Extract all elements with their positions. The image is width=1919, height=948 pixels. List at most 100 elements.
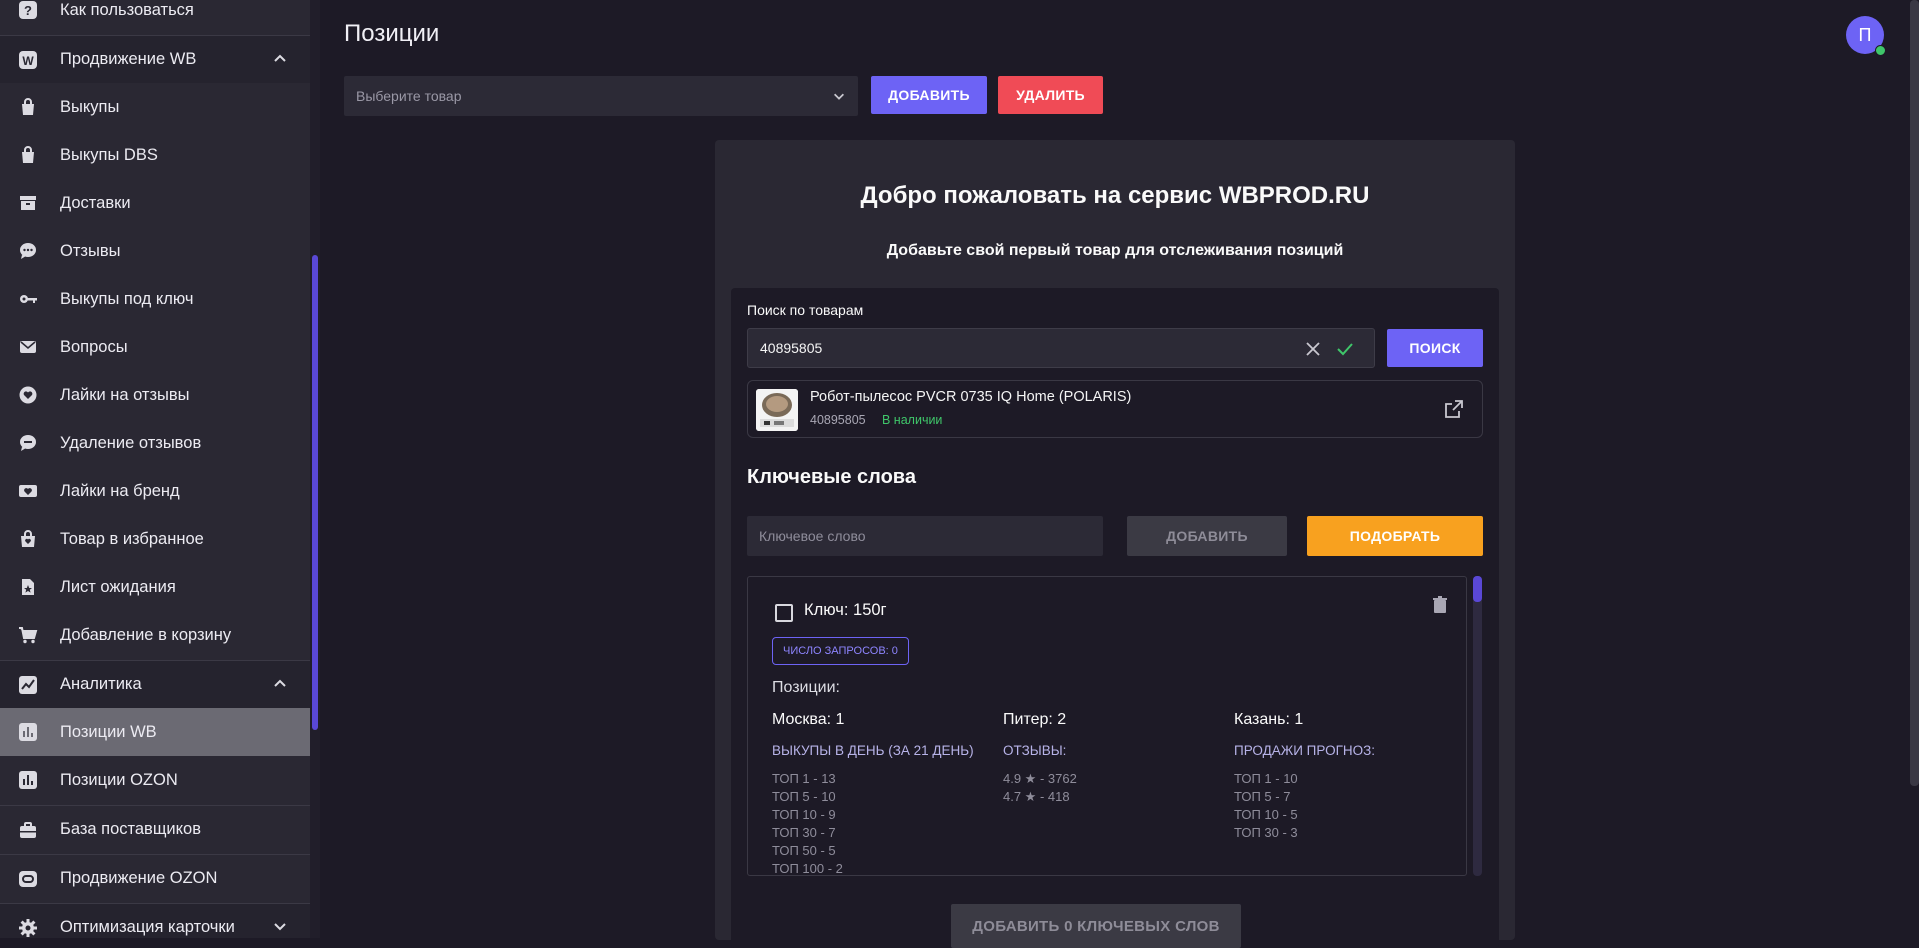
stat-line: ТОП 50 - 5	[772, 843, 836, 858]
stat-line: ТОП 30 - 3	[1234, 825, 1298, 840]
sidebar-item-label: Добавление в корзину	[60, 625, 232, 644]
archive-box-icon	[17, 192, 39, 214]
search-button[interactable]: ПОИСК	[1387, 329, 1483, 367]
external-link-icon[interactable]	[1444, 399, 1464, 419]
welcome-subtitle: Добавьте свой первый товар для отслежива…	[886, 242, 1344, 259]
stat-line: ТОП 100 - 2	[772, 861, 843, 876]
sidebar-item-favorites[interactable]: Товар в избранное	[0, 515, 310, 563]
column-subtitle: ОТЗЫВЫ:	[1003, 743, 1067, 758]
product-select[interactable]: Выберите товар	[344, 76, 858, 116]
poll-icon	[17, 769, 39, 791]
sidebar-scrollbar-thumb[interactable]	[312, 255, 318, 730]
sidebar-item-supplier-base[interactable]: База поставщиков	[0, 805, 310, 853]
product-name: Робот-пылесос PVCR 0735 IQ Home (POLARIS…	[810, 389, 1132, 405]
sidebar-item-label: Выкупы под ключ	[60, 289, 194, 308]
city-position: Москва: 1	[772, 711, 845, 728]
shopping-bag-icon	[17, 96, 39, 118]
sidebar-item-label: Отзывы	[60, 241, 121, 260]
sidebar-group-wb-promotion[interactable]: W Продвижение WB	[0, 35, 310, 83]
chart-icon	[17, 674, 39, 696]
city-position: Питер: 2	[1003, 711, 1067, 728]
product-result[interactable]: Робот-пылесос PVCR 0735 IQ Home (POLARIS…	[747, 380, 1483, 438]
stat-line: ТОП 5 - 7	[1234, 789, 1291, 804]
kazan-column: Казань: 1 ПРОДАЖИ ПРОГНОЗ: ТОП 1 - 10 ТО…	[1234, 711, 1454, 842]
sidebar-item-brand-likes[interactable]: Лайки на бренд	[0, 467, 310, 515]
pick-keywords-button[interactable]: ПОДОБРАТЬ	[1307, 516, 1483, 556]
sidebar-item-turnkey-buyouts[interactable]: Выкупы под ключ	[0, 275, 310, 323]
sidebar-item-label: Лайки на отзывы	[60, 385, 190, 404]
delete-product-button[interactable]: УДАЛИТЬ	[998, 76, 1103, 114]
product-stock-status: В наличии	[882, 413, 943, 427]
keyword-input[interactable]: Ключевое слово	[747, 516, 1103, 556]
sidebar-item-label: Удаление отзывов	[60, 433, 202, 452]
search-label: Поиск по товарам	[747, 302, 864, 318]
sidebar-item-buyouts-dbs[interactable]: Выкупы DBS	[0, 131, 310, 179]
chevron-up-icon	[274, 679, 286, 687]
sidebar-item-how-to-use[interactable]: ? Как пользоваться	[0, 0, 310, 34]
product-thumbnail	[756, 389, 798, 431]
sidebar-item-review-removal[interactable]: Удаление отзывов	[0, 419, 310, 467]
city-position: Казань: 1	[1234, 711, 1304, 728]
svg-text:W: W	[22, 54, 34, 68]
sidebar-item-reviews[interactable]: Отзывы	[0, 227, 310, 275]
sidebar-item-positions-wb[interactable]: Позиции WB	[0, 708, 310, 756]
sidebar-item-label: Товар в избранное	[60, 529, 204, 548]
page-title: Позиции	[344, 20, 440, 47]
keyword-list: Ключ: 150г ЧИСЛО ЗАПРОСОВ: 0 Позиции: Мо…	[747, 576, 1467, 876]
keyword-checkbox[interactable]	[775, 604, 793, 622]
sidebar-item-add-to-cart[interactable]: Добавление в корзину	[0, 611, 310, 659]
heart-circle-icon	[17, 384, 39, 406]
sidebar-item-buyouts[interactable]: Выкупы	[0, 83, 310, 131]
sidebar-item-label: Аналитика	[60, 675, 142, 693]
sidebar-group-card-optimization[interactable]: Оптимизация карточки	[0, 903, 310, 938]
close-icon[interactable]	[1303, 339, 1323, 359]
sidebar-item-review-likes[interactable]: Лайки на отзывы	[0, 371, 310, 419]
chevron-down-icon	[834, 93, 844, 100]
piter-column: Питер: 2 ОТЗЫВЫ: 4.9 ★ - 3762 4.7 ★ - 41…	[1003, 711, 1223, 806]
add-keywords-bulk-button[interactable]: ДОБАВИТЬ 0 КЛЮЧЕВЫХ СЛОВ	[951, 904, 1241, 948]
keyword-list-scrollbar-track[interactable]	[1473, 576, 1482, 876]
poll-icon	[17, 721, 39, 743]
sidebar-item-label: Вопросы	[60, 337, 128, 356]
star-file-icon	[17, 576, 39, 598]
wb-logo-icon: W	[17, 49, 39, 71]
sidebar-item-label: Лайки на бренд	[60, 481, 180, 500]
envelope-icon	[17, 336, 39, 358]
sidebar-item-ozon-promotion[interactable]: Продвижение OZON	[0, 854, 310, 902]
bag-heart-icon	[17, 528, 39, 550]
keyword-list-scrollbar-thumb[interactable]	[1473, 576, 1482, 602]
chat-delete-icon	[17, 432, 39, 454]
keyword-name: Ключ: 150г	[804, 601, 887, 619]
stat-line: ТОП 5 - 10	[772, 789, 836, 804]
sidebar-item-label: Лист ожидания	[60, 577, 176, 596]
column-subtitle: ВЫКУПЫ В ДЕНЬ (ЗА 21 ДЕНЬ)	[772, 743, 974, 758]
sidebar-item-label: База поставщиков	[60, 820, 201, 838]
sidebar-item-deliveries[interactable]: Доставки	[0, 179, 310, 227]
sidebar-item-questions[interactable]: Вопросы	[0, 323, 310, 371]
search-value: 40895805	[760, 340, 823, 356]
trash-icon[interactable]	[1430, 595, 1450, 615]
stat-line: 4.9 ★ - 3762	[1003, 771, 1077, 786]
stat-line: ТОП 30 - 7	[772, 825, 836, 840]
check-icon[interactable]	[1335, 339, 1355, 359]
sidebar-item-label: Доставки	[60, 193, 131, 212]
question-icon: ?	[17, 0, 39, 21]
sidebar-item-waitlist[interactable]: Лист ожидания	[0, 563, 310, 611]
sidebar-group-analytics[interactable]: Аналитика	[0, 660, 310, 708]
gear-icon	[17, 917, 39, 939]
online-status-dot	[1875, 45, 1886, 56]
briefcase-icon	[17, 819, 39, 841]
sidebar-item-label: Выкупы DBS	[60, 145, 158, 164]
main-scrollbar[interactable]	[1910, 0, 1919, 786]
main-content: Позиции Выберите товар ДОБАВИТЬ УДАЛИТЬ …	[320, 0, 1919, 948]
sidebar-item-label: Продвижение OZON	[60, 869, 218, 887]
product-search-input[interactable]: 40895805	[747, 328, 1375, 368]
sidebar-item-label: Как пользоваться	[60, 0, 194, 19]
add-product-button[interactable]: ДОБАВИТЬ	[871, 76, 987, 114]
sidebar-item-label: Продвижение WB	[60, 50, 197, 68]
chat-bubble-icon	[17, 240, 39, 262]
moscow-column: Москва: 1 ВЫКУПЫ В ДЕНЬ (ЗА 21 ДЕНЬ) ТОП…	[772, 711, 992, 876]
sidebar-item-label: Выкупы	[60, 97, 120, 116]
add-keyword-button[interactable]: ДОБАВИТЬ	[1127, 516, 1287, 556]
sidebar-item-positions-ozon[interactable]: Позиции OZON	[0, 756, 310, 804]
